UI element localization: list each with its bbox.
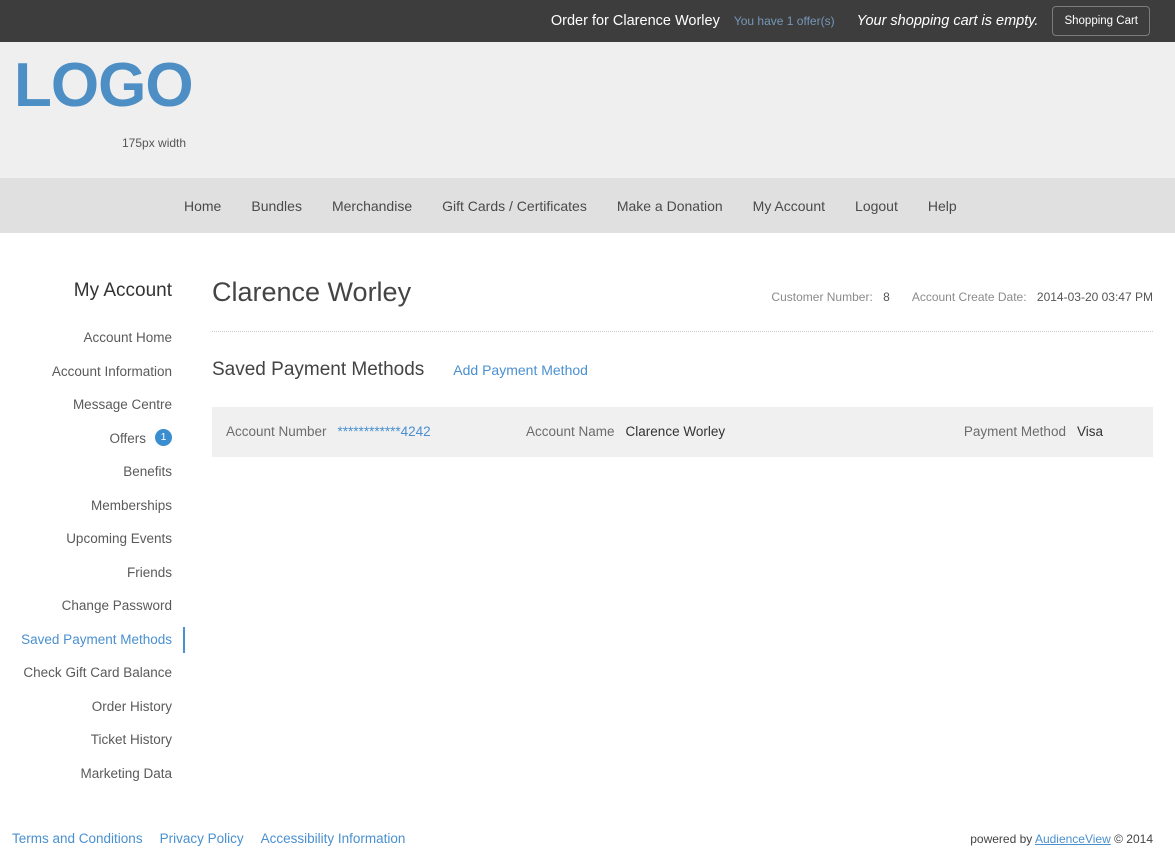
nav-item-help[interactable]: Help xyxy=(913,198,972,214)
sidebar-item-account-home[interactable]: Account Home xyxy=(0,321,190,355)
active-indicator-bar xyxy=(183,626,185,653)
site-logo[interactable]: LOGO xyxy=(14,55,194,117)
top-utility-bar: Order for Clarence Worley You have 1 off… xyxy=(0,0,1175,42)
sidebar-title: My Account xyxy=(73,280,172,301)
account-meta: Customer Number: 8 Account Create Date: … xyxy=(771,290,1153,307)
sidebar-item-label: Memberships xyxy=(90,497,172,513)
order-for-prefix: Order for xyxy=(550,13,613,29)
customer-number-label: Customer Number: xyxy=(771,290,873,304)
order-for-label: Order for Clarence Worley xyxy=(551,13,720,29)
main-navigation: Home Bundles Merchandise Gift Cards / Ce… xyxy=(0,178,1175,233)
header-divider xyxy=(212,330,1153,332)
payment-method-label: Payment Method xyxy=(963,424,1066,440)
nav-item-bundles[interactable]: Bundles xyxy=(236,198,317,214)
sidebar-item-label: Account Information xyxy=(51,363,172,379)
add-payment-method-link[interactable]: Add Payment Method xyxy=(453,362,588,378)
nav-item-gift-cards-certificates[interactable]: Gift Cards / Certificates xyxy=(427,198,602,214)
sidebar-item-label: Change Password xyxy=(61,598,172,613)
nav-item-make-a-donation[interactable]: Make a Donation xyxy=(602,198,738,214)
page-title: Clarence Worley xyxy=(212,277,412,307)
sidebar-item-label: Check Gift Card Balance xyxy=(23,665,172,680)
shopping-cart-button[interactable]: Shopping Cart xyxy=(1052,6,1150,36)
account-number-cell: Account Number ************4242 xyxy=(226,424,526,439)
account-create-date-value: 2014-03-20 03:47 PM xyxy=(1036,290,1153,304)
account-number-value[interactable]: ************4242 xyxy=(338,424,431,439)
footer-attribution: powered by AudienceView © 2014 xyxy=(970,832,1153,846)
sidebar-item-friends[interactable]: Friends xyxy=(0,556,190,590)
section-title: Saved Payment Methods xyxy=(212,358,425,380)
account-create-date-label: Account Create Date: xyxy=(911,290,1027,304)
footer-link-accessibility-information[interactable]: Accessibility Information xyxy=(261,831,406,846)
sidebar-item-memberships[interactable]: Memberships xyxy=(0,489,190,523)
sidebar-item-label: Order History xyxy=(91,698,172,714)
table-row[interactable]: Account Number ************4242 Account … xyxy=(212,406,1153,457)
sidebar-item-label: Friends xyxy=(126,564,172,580)
sidebar-item-order-history[interactable]: Order History xyxy=(0,690,190,724)
logo-size-caption: 175px width xyxy=(122,136,187,150)
audienceview-brand-link[interactable]: AudienceView xyxy=(1035,832,1111,846)
offers-count-badge: 1 xyxy=(155,429,172,447)
sidebar-item-marketing-data[interactable]: Marketing Data xyxy=(0,757,190,791)
nav-item-logout[interactable]: Logout xyxy=(840,198,913,214)
account-name-value: Clarence Worley xyxy=(625,424,726,440)
nav-item-home[interactable]: Home xyxy=(169,198,236,214)
copyright-label: © 2014 xyxy=(1110,831,1153,846)
sidebar-item-label: Ticket History xyxy=(90,732,172,747)
nav-item-my-account[interactable]: My Account xyxy=(738,198,840,214)
sidebar-item-offers[interactable]: Offers 1 xyxy=(0,422,190,456)
order-customer-name: Clarence Worley xyxy=(612,13,720,29)
sidebar-item-label: Benefits xyxy=(123,464,172,479)
powered-by-label: powered by xyxy=(970,831,1035,846)
footer-link-terms-and-conditions[interactable]: Terms and Conditions xyxy=(12,831,143,846)
account-name-cell: Account Name Clarence Worley xyxy=(526,424,964,439)
main-content: Clarence Worley Customer Number: 8 Accou… xyxy=(212,233,1153,457)
customer-number-value: 8 xyxy=(883,290,890,304)
saved-payment-methods-header: Saved Payment Methods Add Payment Method xyxy=(212,359,1153,381)
sidebar-item-upcoming-events[interactable]: Upcoming Events xyxy=(0,522,190,556)
nav-item-merchandise[interactable]: Merchandise xyxy=(317,198,427,214)
offers-link[interactable]: You have 1 offer(s) xyxy=(734,14,835,28)
sidebar-item-label: Message Centre xyxy=(72,397,172,412)
payment-methods-table: Account Number ************4242 Account … xyxy=(212,406,1153,457)
sidebar-item-label: Marketing Data xyxy=(80,765,172,781)
sidebar-item-account-information[interactable]: Account Information xyxy=(0,355,190,389)
logo-band: LOGO 175px width xyxy=(0,42,1175,178)
sidebar-item-message-centre[interactable]: Message Centre xyxy=(0,388,190,422)
footer-link-privacy-policy[interactable]: Privacy Policy xyxy=(160,831,244,846)
account-number-label: Account Number xyxy=(226,424,327,440)
footer-links: Terms and Conditions Privacy Policy Acce… xyxy=(12,831,422,846)
sidebar-item-label: Offers xyxy=(109,430,146,446)
payment-method-value: Visa xyxy=(1076,424,1103,440)
account-name-label: Account Name xyxy=(526,424,615,440)
sidebar-item-check-gift-card-balance[interactable]: Check Gift Card Balance xyxy=(0,656,190,690)
customer-number-group: Customer Number: 8 xyxy=(771,290,889,304)
sidebar-item-ticket-history[interactable]: Ticket History xyxy=(0,723,190,757)
sidebar-item-label: Saved Payment Methods xyxy=(21,631,172,647)
sidebar-item-label: Account Home xyxy=(83,330,172,345)
sidebar-item-change-password[interactable]: Change Password xyxy=(0,589,190,623)
cart-status-message: Your shopping cart is empty. xyxy=(856,13,1039,29)
page-footer: Terms and Conditions Privacy Policy Acce… xyxy=(0,811,1175,866)
account-create-date-group: Account Create Date: 2014-03-20 03:47 PM xyxy=(912,290,1153,304)
sidebar-item-label: Upcoming Events xyxy=(66,531,172,546)
sidebar-item-benefits[interactable]: Benefits xyxy=(0,455,190,489)
sidebar-item-saved-payment-methods[interactable]: Saved Payment Methods xyxy=(0,623,190,657)
page-body: My Account Account Home Account Informat… xyxy=(0,233,1175,811)
payment-method-cell: Payment Method Visa xyxy=(964,424,1103,439)
account-header: Clarence Worley Customer Number: 8 Accou… xyxy=(212,277,1153,308)
account-sidebar: My Account Account Home Account Informat… xyxy=(0,233,190,790)
